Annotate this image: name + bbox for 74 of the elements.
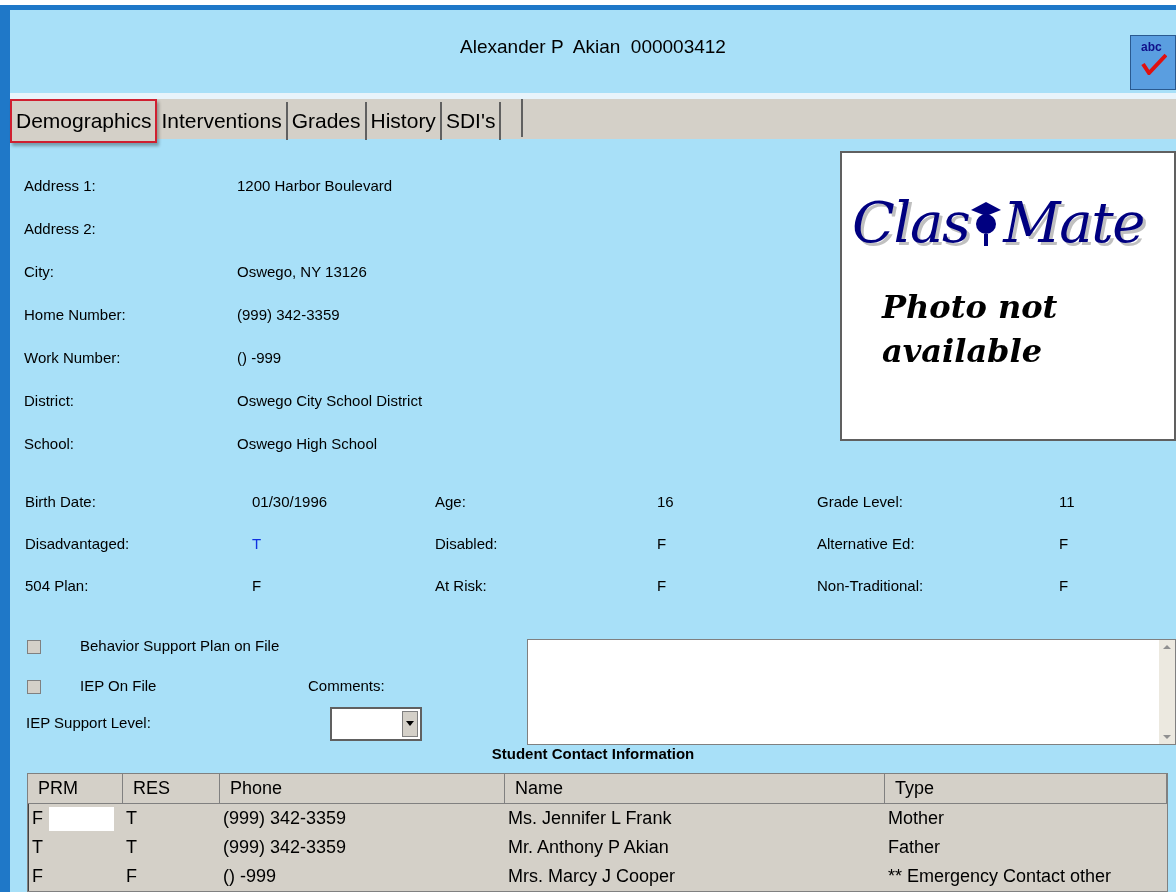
field-label: School:	[23, 433, 76, 454]
column-header[interactable]: Type	[885, 774, 1167, 803]
field-label: Work Number:	[23, 347, 122, 368]
field-label: Address 2:	[23, 218, 97, 239]
field-label: Disadvantaged:	[24, 533, 131, 554]
scrollbar[interactable]	[1159, 639, 1175, 744]
field-label: At Risk:	[435, 575, 488, 596]
field-value: F	[657, 533, 668, 554]
table-cell-text: () -999	[223, 865, 276, 888]
field-label: Birth Date:	[24, 491, 97, 512]
table-cell-text: T	[32, 836, 43, 859]
section-title: Student Contact Information	[491, 743, 695, 764]
field-value: Oswego City School District	[237, 390, 423, 411]
tab[interactable]: History	[366, 101, 442, 140]
checkbox[interactable]	[27, 639, 41, 654]
field-value: F	[252, 575, 263, 596]
tab[interactable]: Grades	[287, 101, 367, 140]
field-value: T	[252, 533, 263, 554]
field-value: F	[657, 575, 668, 596]
field-label: City:	[23, 261, 55, 282]
field-label: Home Number:	[23, 304, 127, 325]
tab[interactable]: SDI's	[441, 101, 502, 140]
column-header[interactable]: Name	[505, 774, 885, 803]
field-value: 16	[657, 491, 675, 512]
field-value: 11	[1059, 491, 1076, 512]
table-cell-text: (999) 342-3359	[223, 807, 347, 830]
comments-label: Comments:	[308, 676, 385, 697]
field-value: 01/30/1996	[252, 491, 329, 512]
field-value: () -999	[237, 347, 282, 368]
field-label: District:	[23, 390, 75, 411]
table-cell-text: T	[126, 836, 137, 859]
field-value: Oswego High School	[237, 433, 378, 454]
checkmark-icon	[1141, 53, 1167, 75]
field-label: Disabled:	[435, 533, 499, 554]
logo-text: Clas	[852, 188, 970, 257]
tab[interactable]: Interventions	[157, 101, 288, 140]
table-cell-text: F	[32, 807, 43, 830]
cell-editor[interactable]	[49, 806, 114, 831]
field-label: Non-Traditional:	[817, 575, 925, 596]
table-cell-text: ** Emergency Contact other	[888, 865, 1112, 888]
column-header[interactable]: Phone	[220, 774, 505, 803]
table-cell-text: (999) 342-3359	[223, 836, 347, 859]
logo-text: Mate	[1003, 188, 1145, 257]
field-label: Grade Level:	[817, 491, 904, 512]
column-header[interactable]: PRM	[28, 774, 123, 803]
table-cell-text: F	[126, 865, 137, 888]
field-value: F	[1059, 533, 1070, 554]
column-header[interactable]: RES	[123, 774, 220, 803]
table-cell-text: Mr. Anthony P Akian	[508, 836, 669, 859]
table-cell-text: Mother	[888, 807, 945, 830]
table-cell-text: F	[32, 865, 43, 888]
table-cell-text: Ms. Jennifer L Frank	[508, 807, 672, 830]
field-label: Age:	[435, 491, 467, 512]
field-value: F	[1059, 575, 1070, 596]
checkbox-label: Behavior Support Plan on File	[80, 636, 280, 657]
spellcheck-button[interactable]: abc	[1130, 35, 1176, 90]
field-label: 504 Plan:	[24, 575, 90, 596]
field-value: (999) 342-3359	[237, 304, 340, 325]
support-level-dropdown[interactable]	[330, 706, 422, 741]
checkbox-label: IEP On File	[80, 676, 158, 697]
comments-field[interactable]	[527, 638, 1176, 745]
field-value: Oswego, NY 13126	[237, 261, 367, 282]
photo-unavailable-text: Photo not available	[882, 286, 1059, 372]
tab[interactable]: Demographics	[10, 98, 158, 143]
table-cell-text: T	[126, 807, 137, 830]
student-title: Alexander P Akian 000003412	[460, 35, 726, 59]
field-value: 1200 Harbor Boulevard	[237, 175, 393, 196]
checkbox[interactable]	[27, 679, 41, 694]
caret-icon	[406, 721, 414, 726]
table-cell-text: Father	[888, 836, 941, 859]
field-label: Address 1:	[23, 175, 97, 196]
table-cell-text: Mrs. Marcy J Cooper	[508, 865, 676, 888]
field-label: IEP Support Level:	[26, 713, 152, 734]
field-label: Alternative Ed:	[817, 533, 916, 554]
